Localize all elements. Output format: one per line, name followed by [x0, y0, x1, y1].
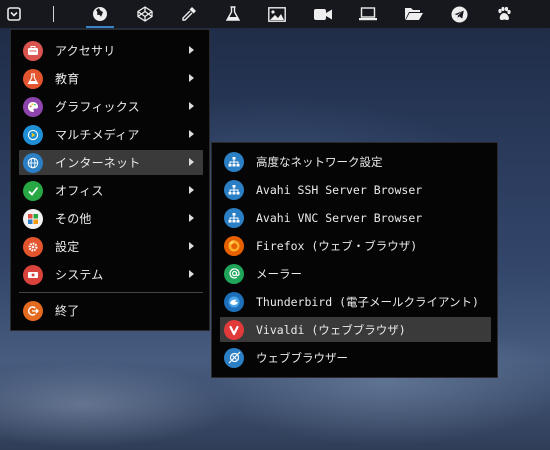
folder-icon[interactable]: [400, 0, 428, 28]
web-browser-icon: [224, 347, 244, 368]
system-icon: [23, 264, 43, 285]
flask-icon[interactable]: [219, 0, 247, 28]
network-settings-icon: [224, 151, 244, 172]
avahi-vnc-icon: [224, 207, 244, 228]
menu-item-label: グラフィックス: [55, 100, 140, 114]
menu-item-accessories[interactable]: アクセサリ: [19, 38, 203, 63]
submenu-arrow-icon: [189, 46, 194, 54]
submenu-item-label: メーラー: [256, 266, 302, 281]
menu-launcher-icon: [7, 7, 21, 21]
submenu-arrow-icon: [189, 214, 194, 222]
multimedia-icon: [23, 124, 43, 145]
submenu-item-thunderbird[interactable]: Thunderbird (電子メールクライアント): [220, 289, 491, 314]
submenu-item-avahi-ssh[interactable]: Avahi SSH Server Browser: [220, 177, 491, 202]
image-viewer-icon[interactable]: [263, 0, 291, 28]
menu-item-label: 終了: [55, 304, 80, 318]
menu-item-settings[interactable]: 設定: [19, 234, 203, 259]
paw-icon[interactable]: [490, 0, 518, 28]
accessories-icon: [23, 40, 43, 61]
submenu-item-label: Vivaldi (ウェブブラウザ): [256, 322, 406, 337]
submenu-item-avahi-vnc[interactable]: Avahi VNC Server Browser: [220, 205, 491, 230]
submenu-arrow-icon: [189, 270, 194, 278]
menu-item-label: その他: [55, 212, 92, 226]
menu-item-office[interactable]: オフィス: [19, 178, 203, 203]
submenu-item-web-browser[interactable]: ウェブブラウザー: [220, 345, 491, 370]
graphics-palette-icon: [23, 96, 43, 117]
submenu-item-label: Thunderbird (電子メールクライアント): [256, 294, 479, 309]
menu-item-multimedia[interactable]: マルチメディア: [19, 122, 203, 147]
submenu-arrow-icon: [189, 242, 194, 250]
submenu-item-label: Avahi SSH Server Browser: [256, 182, 423, 197]
menu-item-system[interactable]: システム: [19, 262, 203, 287]
telegram-icon[interactable]: [445, 0, 473, 28]
submenu-item-vivaldi[interactable]: Vivaldi (ウェブブラウザ): [220, 317, 491, 342]
codepen-icon[interactable]: [131, 0, 159, 28]
office-check-icon: [23, 180, 43, 201]
menu-item-graphics[interactable]: グラフィックス: [19, 94, 203, 119]
vivaldi-icon: [224, 319, 244, 340]
internet-globe-icon: [23, 152, 43, 173]
menu-item-education[interactable]: 教育: [19, 66, 203, 91]
color-picker-icon[interactable]: [175, 0, 203, 28]
submenu-arrow-icon: [189, 186, 194, 194]
browser-globe-icon[interactable]: [86, 0, 114, 28]
firefox-icon: [224, 235, 244, 256]
thunderbird-icon: [224, 291, 244, 312]
laptop-icon[interactable]: [354, 0, 382, 28]
menu-launcher-button[interactable]: [0, 0, 28, 28]
panel-separator: [53, 6, 54, 22]
internet-submenu: 高度なネットワーク設定 Avahi SSH Server Browser Ava…: [211, 142, 498, 378]
submenu-item-label: ウェブブラウザー: [256, 350, 348, 365]
menu-item-internet[interactable]: インターネット: [19, 150, 203, 175]
submenu-item-label: Firefox (ウェブ・ブラウザ): [256, 238, 418, 253]
exit-power-icon: [23, 300, 43, 321]
menu-divider: [19, 292, 203, 293]
submenu-arrow-icon: [189, 130, 194, 138]
menu-item-label: システム: [55, 268, 104, 282]
mailer-at-icon: [224, 263, 244, 284]
submenu-item-label: Avahi VNC Server Browser: [256, 210, 423, 225]
settings-gear-icon: [23, 236, 43, 257]
menu-item-label: 教育: [55, 72, 80, 86]
menu-item-label: アクセサリ: [55, 44, 116, 58]
menu-item-label: 設定: [55, 240, 80, 254]
education-flask-icon: [23, 68, 43, 89]
submenu-item-firefox[interactable]: Firefox (ウェブ・ブラウザ): [220, 233, 491, 258]
top-panel: [0, 0, 550, 28]
submenu-arrow-icon: [189, 158, 194, 166]
avahi-ssh-icon: [224, 179, 244, 200]
submenu-arrow-icon: [189, 74, 194, 82]
video-camera-icon[interactable]: [309, 0, 337, 28]
submenu-arrow-icon: [189, 102, 194, 110]
menu-item-other[interactable]: その他: [19, 206, 203, 231]
other-grid-icon: [23, 208, 43, 229]
menu-item-label: マルチメディア: [55, 128, 140, 142]
submenu-item-label: 高度なネットワーク設定: [256, 154, 383, 169]
menu-item-label: インターネット: [55, 156, 141, 170]
submenu-item-network-settings[interactable]: 高度なネットワーク設定: [220, 149, 491, 174]
menu-item-label: オフィス: [55, 184, 104, 198]
menu-item-exit[interactable]: 終了: [19, 298, 203, 323]
application-menu: アクセサリ 教育 グラフィックス マルチメディア インターネット オフィス その…: [10, 29, 210, 331]
submenu-item-mailer[interactable]: メーラー: [220, 261, 491, 286]
